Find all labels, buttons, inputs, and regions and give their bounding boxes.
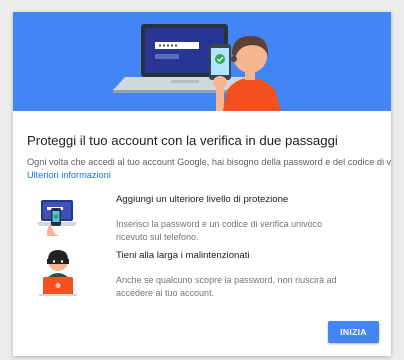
start-button[interactable]: INIZIA [328,321,379,343]
hero-illustration [113,24,281,111]
hero-banner [13,12,391,111]
intro-text: Ogni volta che accedi al tuo account Goo… [27,157,391,167]
feature-description: Inserisci la password e un codice di ver… [116,219,323,242]
learn-more-link[interactable]: Ulteriori informazioni [27,169,387,182]
intro-paragraph: Ogni volta che accedi al tuo account Goo… [27,156,391,182]
burglar-laptop-icon [39,250,77,296]
feature-heading: Tieni alla larga i malintenzionati [116,250,250,261]
dialog-title: Proteggi il tuo account con la verifica … [27,133,338,148]
feature-description: Anche se qualcuno scopre la password, no… [116,275,337,298]
feature-heading: Aggiungi un ulteriore livello di protezi… [116,194,289,205]
laptop-phone-icon [37,200,77,236]
two-step-verification-dialog: Proteggi il tuo account con la verifica … [13,12,391,356]
